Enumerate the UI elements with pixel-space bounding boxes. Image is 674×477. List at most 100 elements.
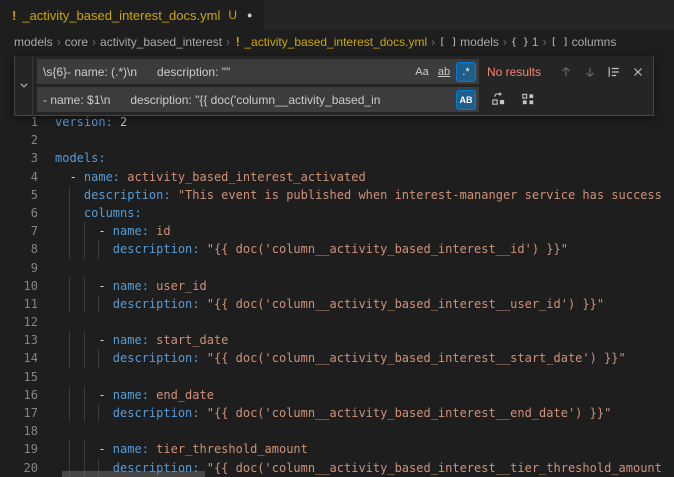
breadcrumb-item[interactable]: !_activity_based_interest_docs.yml [234, 35, 427, 49]
line-number[interactable]: 18 [0, 422, 38, 440]
breadcrumb-label: models [14, 35, 53, 49]
code-line[interactable]: 17 description: "{{ doc('column__activit… [0, 404, 674, 422]
find-input[interactable] [43, 65, 412, 79]
code-content[interactable]: description: "This event is published wh… [38, 186, 674, 204]
line-number[interactable]: 3 [0, 149, 38, 167]
line-number[interactable]: 12 [0, 313, 38, 331]
breadcrumb-label: core [65, 35, 88, 49]
code-line[interactable]: 9 [0, 259, 674, 277]
tab-title: _activity_based_interest_docs.yml [22, 8, 220, 23]
warning-icon: ! [234, 35, 241, 49]
code-line[interactable]: 14 description: "{{ doc('column__activit… [0, 349, 674, 367]
find-previous-button[interactable] [555, 61, 577, 83]
breadcrumb-item[interactable]: models [14, 35, 53, 49]
code-content[interactable]: - name: activity_based_interest_activate… [38, 168, 674, 186]
code-content[interactable]: description: "{{ doc('column__activity_b… [38, 240, 674, 258]
indent-guide [69, 204, 70, 222]
line-number[interactable]: 17 [0, 404, 38, 422]
close-button[interactable] [627, 61, 649, 83]
code-content[interactable]: - name: start_date [38, 331, 674, 349]
line-number[interactable]: 15 [0, 368, 38, 386]
line-number[interactable]: 9 [0, 259, 38, 277]
breadcrumb-item[interactable]: { }1 [511, 35, 539, 49]
replace-all-button[interactable] [517, 89, 539, 111]
breadcrumb-separator-icon: › [543, 35, 547, 49]
indent-guide [84, 222, 85, 240]
object-icon: { } [511, 37, 529, 48]
modified-indicator-icon[interactable]: ● [247, 10, 252, 20]
find-input-box[interactable]: Aa ab .* [37, 59, 479, 84]
code-content[interactable]: description: "{{ doc('column__activity_b… [38, 349, 674, 367]
code-line[interactable]: 11 description: "{{ doc('column__activit… [0, 295, 674, 313]
horizontal-scrollbar[interactable] [62, 471, 205, 477]
code-line[interactable]: 19 - name: tier_threshold_amount [0, 440, 674, 458]
editor[interactable]: 1version: 223models:4 - name: activity_b… [0, 113, 674, 477]
code-line[interactable]: 13 - name: start_date [0, 331, 674, 349]
code-content[interactable]: - name: user_id [38, 277, 674, 295]
breadcrumb-item[interactable]: [ ]columns [551, 35, 617, 49]
indent-guide [84, 295, 85, 313]
replace-row: AB [37, 87, 649, 112]
code-line[interactable]: 8 description: "{{ doc('column__activity… [0, 240, 674, 258]
line-number[interactable]: 5 [0, 186, 38, 204]
find-in-selection-icon [607, 65, 621, 79]
regex-button[interactable]: .* [456, 62, 476, 82]
line-number[interactable]: 8 [0, 240, 38, 258]
code-line[interactable]: 18 [0, 422, 674, 440]
breadcrumb-item[interactable]: core [65, 35, 88, 49]
code-content[interactable]: description: "{{ doc('column__activity_b… [38, 404, 674, 422]
code-content[interactable] [38, 131, 674, 149]
line-number[interactable]: 16 [0, 386, 38, 404]
code-content[interactable]: - name: tier_threshold_amount [38, 440, 674, 458]
code-content[interactable]: columns: [38, 204, 674, 222]
replace-all-icon [521, 92, 536, 107]
breadcrumb-separator-icon: › [57, 35, 61, 49]
whole-word-button[interactable]: ab [434, 62, 454, 82]
code-content[interactable] [38, 422, 674, 440]
find-next-button[interactable] [579, 61, 601, 83]
find-row: Aa ab .* No results [37, 59, 649, 84]
code-line[interactable]: 10 - name: user_id [0, 277, 674, 295]
code-line[interactable]: 12 [0, 313, 674, 331]
code-content[interactable]: models: [38, 149, 674, 167]
code-content[interactable]: - name: id [38, 222, 674, 240]
replace-input-box[interactable]: AB [37, 87, 479, 112]
code-line[interactable]: 4 - name: activity_based_interest_activa… [0, 168, 674, 186]
match-case-button[interactable]: Aa [412, 62, 432, 82]
breadcrumb-item[interactable]: [ ]models [439, 35, 499, 49]
line-number[interactable]: 13 [0, 331, 38, 349]
code-content[interactable] [38, 313, 674, 331]
line-number[interactable]: 10 [0, 277, 38, 295]
line-number[interactable]: 14 [0, 349, 38, 367]
replace-input[interactable] [43, 93, 456, 107]
indent-guide [69, 186, 70, 204]
code-line[interactable]: 3models: [0, 149, 674, 167]
find-in-selection-button[interactable] [603, 61, 625, 83]
indent-guide [69, 404, 70, 422]
array-icon: [ ] [439, 37, 457, 48]
line-number[interactable]: 20 [0, 459, 38, 477]
line-number[interactable]: 11 [0, 295, 38, 313]
toggle-replace-button[interactable] [15, 56, 33, 115]
code-content[interactable] [38, 259, 674, 277]
preserve-case-button[interactable]: AB [456, 90, 476, 110]
indent-guide [98, 404, 99, 422]
code-line[interactable]: 2 [0, 131, 674, 149]
code-content[interactable] [38, 368, 674, 386]
code-line[interactable]: 16 - name: end_date [0, 386, 674, 404]
line-number[interactable]: 6 [0, 204, 38, 222]
code-line[interactable]: 6 columns: [0, 204, 674, 222]
code-content[interactable]: - name: end_date [38, 386, 674, 404]
code-line[interactable]: 5 description: "This event is published … [0, 186, 674, 204]
line-number[interactable]: 4 [0, 168, 38, 186]
line-number[interactable]: 19 [0, 440, 38, 458]
line-number[interactable]: 7 [0, 222, 38, 240]
line-number[interactable]: 2 [0, 131, 38, 149]
code-line[interactable]: 15 [0, 368, 674, 386]
tab-activity-based-interest-docs[interactable]: ! _activity_based_interest_docs.yml U ● [0, 0, 264, 30]
code-content[interactable]: description: "{{ doc('column__activity_b… [38, 295, 674, 313]
breadcrumb-item[interactable]: activity_based_interest [100, 35, 222, 49]
code-line[interactable]: 7 - name: id [0, 222, 674, 240]
breadcrumb-separator-icon: › [226, 35, 230, 49]
replace-button[interactable] [487, 89, 509, 111]
